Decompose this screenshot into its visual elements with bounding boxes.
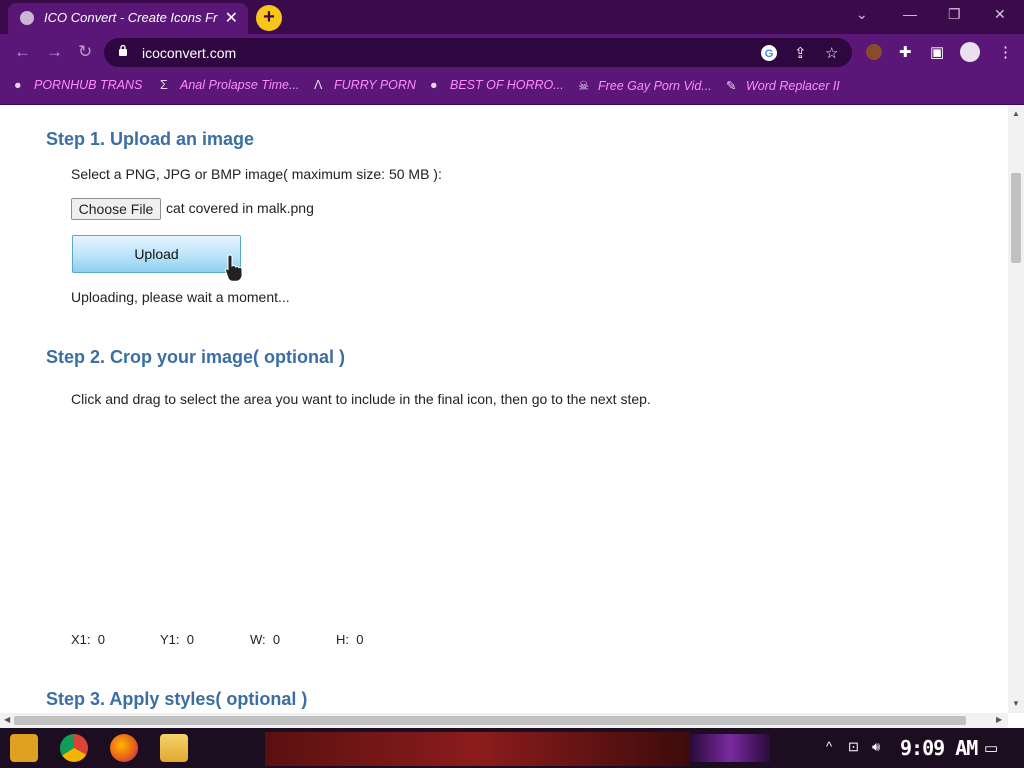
bookmark-star-icon[interactable]: ☆ — [825, 44, 838, 62]
globe-icon — [20, 11, 34, 25]
step2-instruction: Click and drag to select the area you wa… — [71, 391, 651, 407]
vertical-scroll-thumb[interactable] — [1011, 173, 1021, 263]
step1-heading: Step 1. Upload an image — [46, 129, 255, 149]
new-tab-button[interactable]: + — [256, 5, 282, 31]
globe-icon: ● — [430, 78, 438, 92]
lock-icon — [119, 44, 127, 56]
bookmarks-bar: ● PORNHUB TRANS Σ Anal Prolapse Time... ΛF… — [0, 70, 1024, 105]
coord-value: 0 — [97, 632, 105, 647]
sigma-icon: Σ — [160, 78, 168, 92]
vertical-scrollbar[interactable]: ▲ ▼ — [1008, 105, 1024, 713]
bookmark-item[interactable]: ● PORNHUB TRANS — [14, 78, 142, 92]
notifications-icon[interactable]: ▭ — [984, 739, 998, 757]
coord-y1: Y1: 0 — [160, 632, 194, 647]
horizontal-scroll-thumb[interactable] — [14, 716, 966, 725]
url-text[interactable]: icoconvert.com — [142, 45, 236, 61]
coord-h: H: 0 — [336, 632, 363, 647]
taskbar-decoration — [690, 734, 770, 762]
bookmark-item[interactable]: ✎ Word Replacer II — [726, 78, 840, 93]
scroll-right-icon[interactable]: ▶ — [996, 715, 1002, 724]
lambda-icon: Λ — [314, 78, 323, 92]
step3-heading: Step 3. Apply styles( optional ) — [46, 689, 308, 709]
step1-instruction: Select a PNG, JPG or BMP image( maximum … — [71, 166, 442, 182]
taskbar: ^ ⊡ 🔊︎ 9:09 AM ▭ — [0, 728, 1024, 768]
hand-cursor-icon — [224, 254, 243, 282]
reload-icon[interactable]: ↻ — [78, 42, 92, 62]
menu-kebab-icon[interactable]: ⋮ — [998, 43, 1013, 61]
tab-title: ICO Convert - Create Icons Fr — [44, 10, 218, 25]
tray-chevron-icon[interactable]: ^ — [826, 739, 832, 754]
scroll-left-icon[interactable]: ◀ — [4, 715, 10, 724]
choose-file-button[interactable]: Choose File — [71, 198, 161, 220]
scroll-down-icon[interactable]: ▼ — [1012, 699, 1020, 708]
page-content: Step 1. Upload an image Select a PNG, JP… — [0, 105, 1008, 713]
network-icon[interactable]: ⊡ — [848, 739, 859, 755]
coord-value: 0 — [356, 632, 364, 647]
upload-button[interactable]: Upload — [72, 235, 241, 273]
side-panel-icon[interactable]: ▣ — [930, 43, 944, 61]
coord-label: W: — [250, 632, 266, 647]
step2-heading: Step 2. Crop your image( optional ) — [46, 347, 346, 367]
taskbar-wallpaper — [265, 732, 690, 766]
selected-filename: cat covered in malk.png — [166, 200, 314, 216]
scroll-up-icon[interactable]: ▲ — [1012, 109, 1020, 118]
minimize-button[interactable]: — — [903, 6, 917, 22]
bookmark-item[interactable]: ● BEST OF HORRO... — [430, 78, 564, 92]
active-tab[interactable]: ICO Convert - Create Icons Fr ✕ — [8, 3, 248, 34]
extension-avatar-icon[interactable] — [866, 44, 882, 60]
horizontal-scrollbar[interactable]: ◀ ▶ — [0, 713, 1008, 728]
volume-icon[interactable]: 🔊︎ — [872, 739, 880, 755]
svg-text:G: G — [765, 48, 774, 60]
extensions-puzzle-icon[interactable]: ✚ — [899, 43, 912, 61]
taskbar-clock[interactable]: 9:09 AM — [900, 736, 978, 760]
address-bar[interactable]: icoconvert.com G ⇪ ☆ — [104, 38, 852, 67]
coord-w: W: 0 — [250, 632, 280, 647]
coord-label: X1: — [71, 632, 91, 647]
chrome-taskbar-icon[interactable] — [60, 734, 88, 762]
bookmark-item[interactable]: ☠ Free Gay Porn Vid... — [578, 78, 712, 93]
upload-status: Uploading, please wait a moment... — [71, 289, 290, 305]
tab-search-icon[interactable]: ⌄ — [856, 6, 868, 23]
share-icon[interactable]: ⇪ — [794, 44, 807, 62]
bookmark-item[interactable]: Λ FURRY PORN — [314, 78, 416, 92]
file-explorer-icon[interactable] — [160, 734, 188, 762]
back-icon[interactable]: ← — [14, 42, 31, 62]
skull-icon: ☠ — [578, 79, 590, 93]
restore-button[interactable]: ❐ — [948, 6, 961, 23]
tab-strip: ICO Convert - Create Icons Fr ✕ + ⌄ — ❐ … — [0, 0, 1024, 34]
browser-toolbar: ← → ↻ icoconvert.com G ⇪ ☆ ✚ ▣ ⋮ — [0, 34, 1024, 70]
coord-value: 0 — [272, 632, 281, 647]
tab-close-icon[interactable]: ✕ — [225, 8, 238, 28]
coord-label: Y1: — [160, 632, 180, 647]
coord-label: H: — [336, 632, 349, 647]
start-menu-icon[interactable] — [10, 734, 38, 762]
close-window-button[interactable]: ✕ — [994, 6, 1006, 23]
wr-icon: ✎ — [726, 79, 737, 93]
google-icon[interactable]: G — [760, 44, 778, 62]
firefox-taskbar-icon[interactable] — [110, 734, 138, 762]
globe-icon: ● — [14, 78, 22, 92]
bookmark-item[interactable]: Σ Anal Prolapse Time... — [160, 78, 299, 92]
forward-icon[interactable]: → — [46, 42, 63, 62]
profile-icon[interactable] — [960, 42, 980, 62]
coord-x1: X1: 0 — [71, 632, 105, 647]
coord-value: 0 — [186, 632, 194, 647]
